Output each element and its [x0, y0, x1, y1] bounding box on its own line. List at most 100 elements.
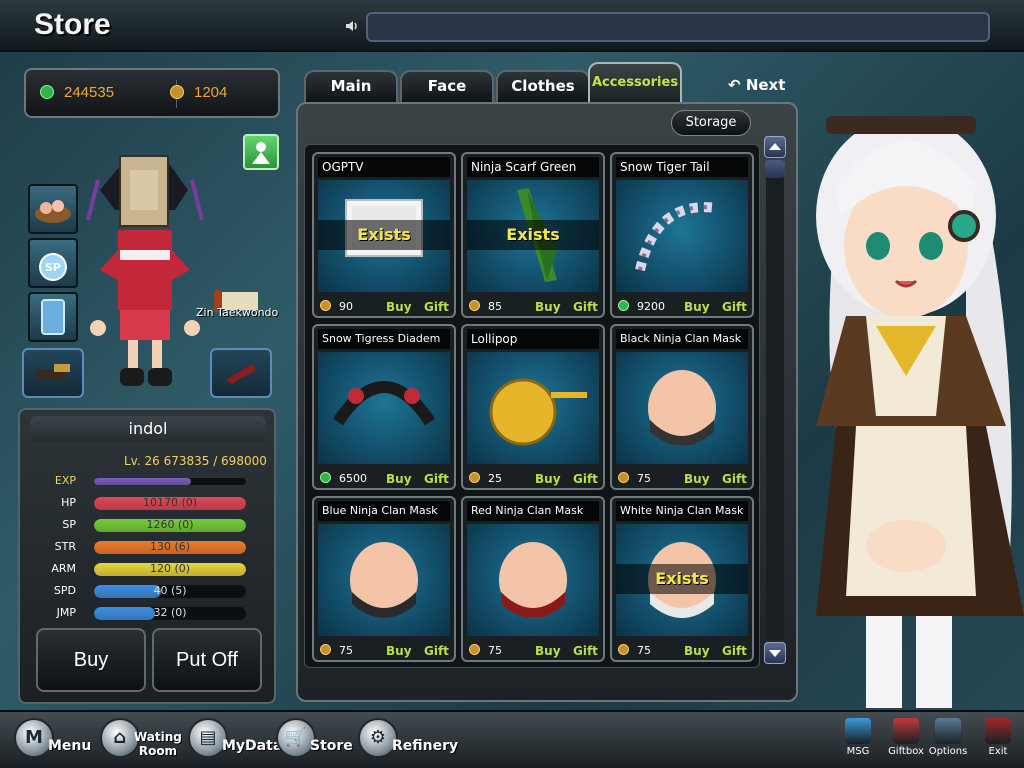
item-price: 25	[469, 472, 502, 485]
item-gift-button[interactable]: Gift	[573, 300, 598, 314]
scrollbar-thumb[interactable]	[765, 160, 785, 178]
price-value: 9200	[637, 300, 665, 313]
profile-toggle-button[interactable]	[243, 134, 279, 170]
stat-row-exp: EXP	[20, 472, 278, 490]
scroll-down-button[interactable]	[764, 642, 786, 664]
scrollbar-track[interactable]	[766, 160, 784, 640]
storage-button[interactable]: Storage	[671, 110, 751, 136]
item-gift-button[interactable]: Gift	[573, 644, 598, 658]
price-value: 75	[339, 644, 353, 657]
item-card[interactable]: Blue Ninja Clan Mask 75 Buy Gift	[312, 496, 456, 662]
talisman-icon	[41, 299, 65, 335]
item-buy-button[interactable]: Buy	[535, 644, 561, 658]
item-card[interactable]: Lollipop 25 Buy Gift	[461, 324, 605, 490]
exists-badge: Exists	[318, 220, 450, 250]
stat-row-hp: HP 10170 (0)	[20, 494, 278, 512]
stat-value: 32 (0)	[153, 606, 187, 619]
item-gift-button[interactable]: Gift	[573, 472, 598, 486]
tab-main[interactable]: Main	[304, 70, 398, 102]
item-card[interactable]: White Ninja Clan Mask Exists 75 Buy Gift	[610, 496, 754, 662]
gold-coin-icon	[320, 644, 331, 655]
level-exp-text: Lv. 26 673835 / 698000	[124, 454, 267, 468]
item-gift-button[interactable]: Gift	[424, 472, 449, 486]
nav-label: Menu	[48, 738, 92, 754]
stat-value: 1260 (0)	[146, 518, 194, 531]
exit-door-icon	[985, 718, 1011, 744]
price-value: 6500	[339, 472, 367, 485]
item-image[interactable]: Exists	[467, 180, 599, 292]
item-gift-button[interactable]: Gift	[722, 300, 747, 314]
tab-clothes[interactable]: Clothes	[496, 70, 590, 102]
item-card[interactable]: Snow Tiger Tail 9200 Buy Gift	[610, 152, 754, 318]
item-image[interactable]	[318, 524, 450, 636]
stat-label: EXP	[54, 474, 76, 487]
item-card[interactable]: Red Ninja Clan Mask 75 Buy Gift	[461, 496, 605, 662]
cash-value: 244535	[64, 84, 115, 101]
item-gift-button[interactable]: Gift	[722, 644, 747, 658]
put-off-button[interactable]: Put Off	[152, 628, 262, 692]
item-image[interactable]: Exists	[318, 180, 450, 292]
item-price: 75	[618, 644, 651, 657]
item-buy-button[interactable]: Buy	[535, 472, 561, 486]
speaker-icon[interactable]	[344, 18, 360, 34]
item-buy-button[interactable]: Buy	[684, 644, 710, 658]
price-value: 75	[488, 644, 502, 657]
chat-input[interactable]	[366, 12, 990, 42]
nav-label: Store	[310, 738, 353, 754]
item-card[interactable]: Black Ninja Clan Mask 75 Buy Gift	[610, 324, 754, 490]
stat-label: HP	[61, 496, 76, 509]
giftbox-icon	[893, 718, 919, 744]
item-buy-button[interactable]: Buy	[386, 644, 412, 658]
stats-panel: indol Lv. 26 673835 / 698000 EXP HP 10170 …	[18, 408, 276, 704]
stat-row-str: STR 130 (6)	[20, 538, 278, 556]
food-slot[interactable]	[28, 184, 78, 234]
stat-label: STR	[54, 540, 76, 553]
item-image[interactable]	[318, 352, 450, 464]
tab-accessories[interactable]: Accessories	[588, 62, 682, 102]
exists-badge: Exists	[616, 564, 748, 594]
nav-msg[interactable]: MSG	[838, 718, 878, 757]
item-card[interactable]: Ninja Scarf Green Exists 85 Buy Gift	[461, 152, 605, 318]
item-image[interactable]	[616, 180, 748, 292]
item-gift-button[interactable]: Gift	[424, 300, 449, 314]
cash-coin-icon	[618, 300, 629, 311]
item-gift-button[interactable]: Gift	[424, 644, 449, 658]
stat-value: 120 (0)	[149, 562, 191, 575]
scroll-slot[interactable]	[28, 292, 78, 342]
cash-coin-icon	[320, 472, 331, 483]
black-mask-icon	[648, 370, 716, 446]
weapon-slot-right[interactable]	[210, 348, 272, 398]
buy-button[interactable]: Buy	[36, 628, 146, 692]
item-buy-button[interactable]: Buy	[386, 300, 412, 314]
nav-giftbox[interactable]: Giftbox	[886, 718, 926, 757]
nav-options[interactable]: Options	[928, 718, 968, 757]
weapon-slot-left[interactable]	[22, 348, 84, 398]
options-gear-icon	[935, 718, 961, 744]
item-name: OGPTV	[318, 157, 450, 177]
item-image[interactable]	[616, 352, 748, 464]
item-buy-button[interactable]: Buy	[386, 472, 412, 486]
nav-exit[interactable]: Exit	[978, 718, 1018, 757]
item-name: Snow Tiger Tail	[616, 157, 748, 177]
nav-small-label: MSG	[846, 746, 870, 757]
stat-value: 40 (5)	[153, 584, 187, 597]
next-button[interactable]: ↶ Next	[728, 76, 785, 94]
item-image[interactable]	[467, 352, 599, 464]
svg-text:SP: SP	[45, 261, 61, 274]
item-gift-button[interactable]: Gift	[722, 472, 747, 486]
item-card[interactable]: OGPTV Exists 90 Buy Gift	[312, 152, 456, 318]
item-card[interactable]: Snow Tigress Diadem 6500 Buy Gift	[312, 324, 456, 490]
gold-coin-icon	[170, 85, 184, 99]
price-value: 25	[488, 472, 502, 485]
sp-potion-slot[interactable]: SP	[28, 238, 78, 288]
item-image[interactable]: Exists	[616, 524, 748, 636]
gold-coin-icon	[618, 472, 629, 483]
tab-face[interactable]: Face	[400, 70, 494, 102]
sp-potion-icon: SP	[39, 253, 67, 281]
item-buy-button[interactable]: Buy	[535, 300, 561, 314]
item-image[interactable]	[467, 524, 599, 636]
item-buy-button[interactable]: Buy	[684, 300, 710, 314]
scroll-up-button[interactable]	[764, 136, 786, 158]
item-buy-button[interactable]: Buy	[684, 472, 710, 486]
nav-small-label: Options	[928, 746, 968, 757]
